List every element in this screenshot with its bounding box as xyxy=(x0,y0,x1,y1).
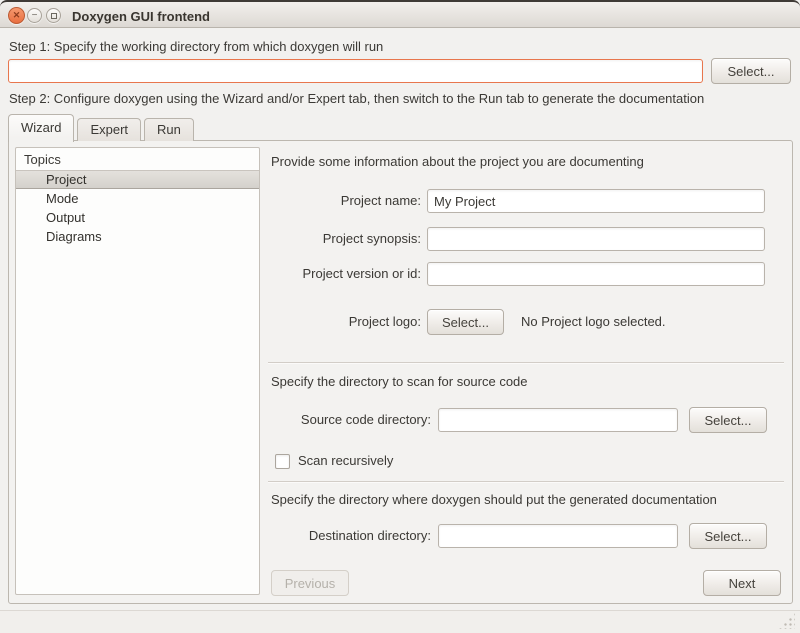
source-directory-input[interactable] xyxy=(438,408,678,432)
tab-run[interactable]: Run xyxy=(144,118,194,141)
destination-section-heading: Specify the directory where doxygen shou… xyxy=(271,492,717,507)
close-button[interactable]: ✕ xyxy=(8,7,25,24)
scan-recursively-checkbox[interactable] xyxy=(275,454,290,469)
project-name-input[interactable] xyxy=(427,189,765,213)
project-version-label: Project version or id: xyxy=(269,262,421,286)
status-bar xyxy=(0,610,800,633)
project-version-input[interactable] xyxy=(427,262,765,286)
wizard-pane: Topics Project Mode Output Diagrams Prov… xyxy=(8,140,793,604)
topic-item-mode[interactable]: Mode xyxy=(16,189,259,208)
project-logo-select-button[interactable]: Select... xyxy=(427,309,504,335)
source-directory-label: Source code directory: xyxy=(269,408,431,432)
maximize-button[interactable] xyxy=(46,8,61,23)
window-title: Doxygen GUI frontend xyxy=(72,2,210,30)
project-section-heading: Provide some information about the proje… xyxy=(271,154,644,169)
scan-recursively-label[interactable]: Scan recursively xyxy=(298,453,393,468)
tab-expert[interactable]: Expert xyxy=(77,118,141,141)
project-name-label: Project name: xyxy=(269,189,421,213)
separator xyxy=(268,481,784,483)
destination-directory-select-button[interactable]: Select... xyxy=(689,523,767,549)
minimize-button[interactable]: − xyxy=(27,8,42,23)
tab-bar: Wizard Expert Run xyxy=(8,113,197,141)
minimize-icon: − xyxy=(32,11,38,21)
resize-grip[interactable] xyxy=(778,612,795,629)
topics-list: Topics Project Mode Output Diagrams xyxy=(15,147,260,595)
source-section-heading: Specify the directory to scan for source… xyxy=(271,374,528,389)
step2-label: Step 2: Configure doxygen using the Wiza… xyxy=(9,91,704,106)
topic-item-diagrams[interactable]: Diagrams xyxy=(16,227,259,246)
tab-wizard[interactable]: Wizard xyxy=(8,114,74,142)
working-directory-input[interactable] xyxy=(8,59,703,83)
doxygen-window: ✕ − Doxygen GUI frontend Step 1: Specify… xyxy=(0,0,800,633)
next-button[interactable]: Next xyxy=(703,570,781,596)
topics-header: Topics xyxy=(16,148,259,170)
destination-directory-input[interactable] xyxy=(438,524,678,548)
project-logo-label: Project logo: xyxy=(269,309,421,335)
source-directory-select-button[interactable]: Select... xyxy=(689,407,767,433)
titlebar: ✕ − Doxygen GUI frontend xyxy=(0,0,800,28)
working-directory-select-button[interactable]: Select... xyxy=(711,58,791,84)
separator xyxy=(268,362,784,364)
project-synopsis-label: Project synopsis: xyxy=(269,227,421,251)
maximize-icon xyxy=(51,13,57,19)
previous-button[interactable]: Previous xyxy=(271,570,349,596)
topic-item-output[interactable]: Output xyxy=(16,208,259,227)
project-synopsis-input[interactable] xyxy=(427,227,765,251)
step1-label: Step 1: Specify the working directory fr… xyxy=(9,39,383,54)
close-icon: ✕ xyxy=(13,11,21,20)
topic-item-project[interactable]: Project xyxy=(16,170,259,189)
project-logo-status: No Project logo selected. xyxy=(521,309,666,335)
destination-directory-label: Destination directory: xyxy=(269,524,431,548)
